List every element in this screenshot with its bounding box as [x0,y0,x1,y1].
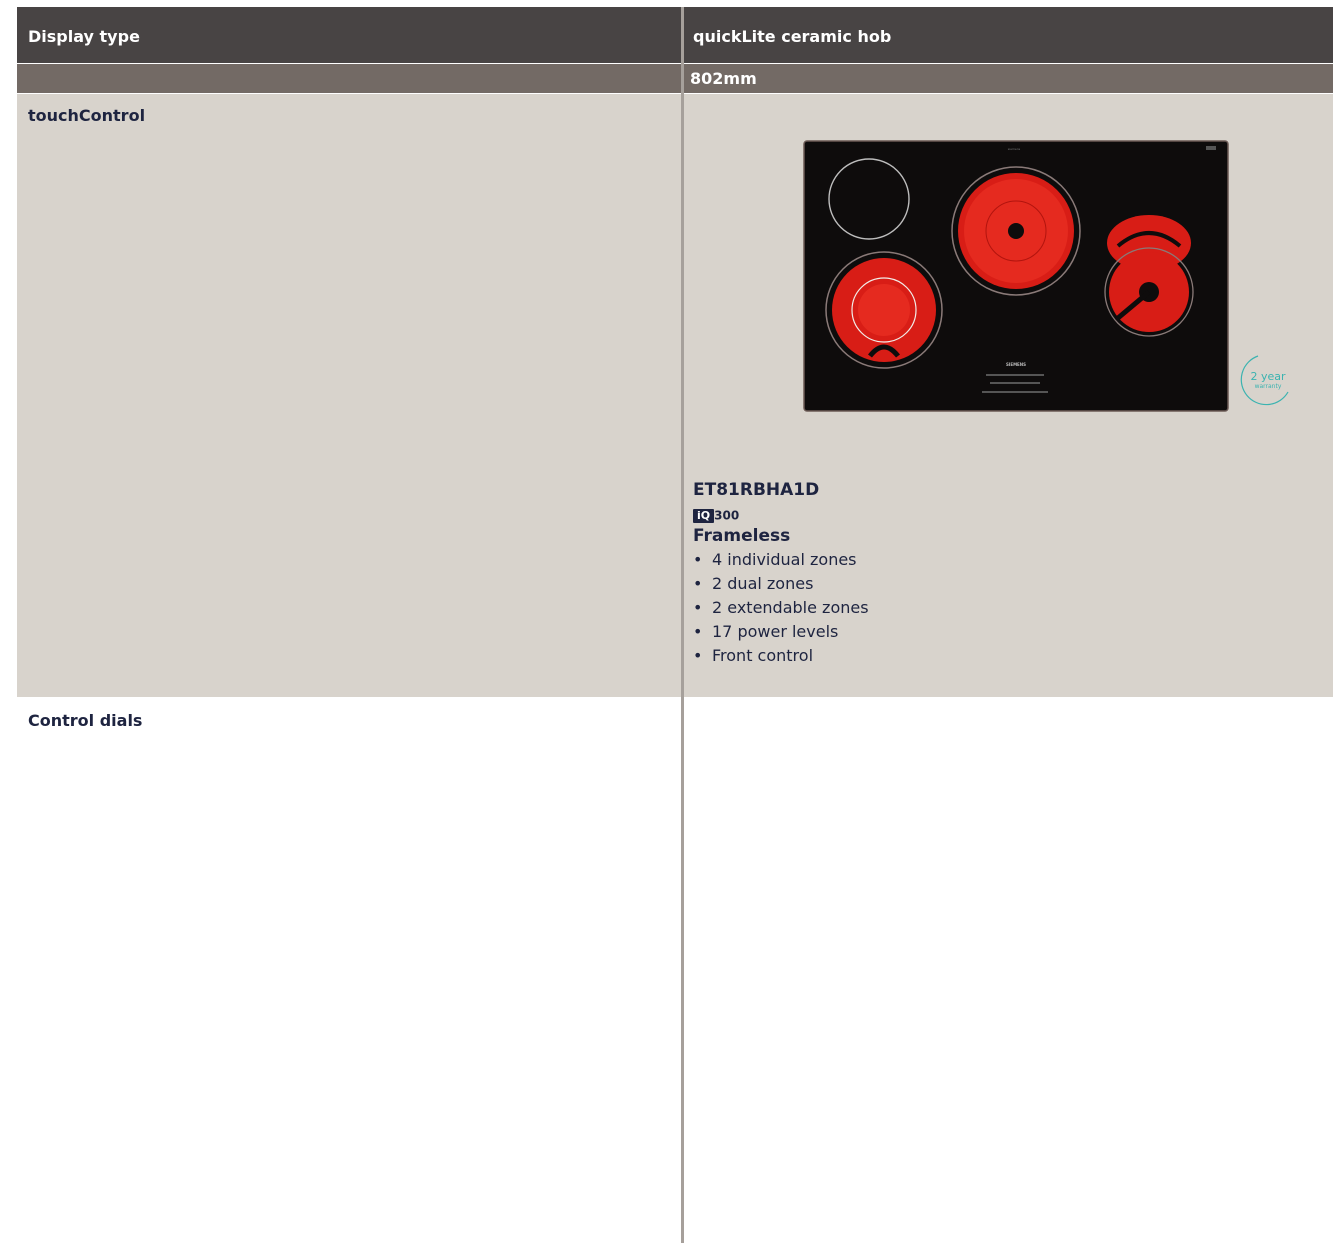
svg-text:SIEMENS: SIEMENS [1006,362,1026,367]
feature-title: Frameless [693,526,791,546]
hob-image: siemens SIEMENS [803,140,1229,412]
feature-list: 4 individual zones 2 dual zones 2 extend… [693,548,869,668]
feature-item: 17 power levels [693,620,869,644]
subheader-cell-left [17,64,681,93]
series-badge: iQ [693,508,715,523]
warranty-years: 2 year [1250,370,1286,383]
series-label: iQ 300 [693,505,740,523]
warranty-badge-icon: 2 year warranty [1240,355,1289,406]
row-touchcontrol-label-cell [17,94,681,697]
header-cell-left: Display type [17,7,681,63]
warranty-word: warranty [1255,383,1282,390]
feature-item: 4 individual zones [693,548,869,572]
series-number: 300 [714,508,740,523]
feature-item: 2 dual zones [693,572,869,596]
model-number: ET81RBHA1D [693,480,820,500]
feature-item: Front control [693,644,869,668]
header-cell-right: quickLite ceramic hob [684,7,1333,63]
column-divider [681,7,684,1243]
header-display-type: Display type [28,27,140,46]
subheader-width: 802mm [690,69,757,88]
header-product-type: quickLite ceramic hob [693,27,892,46]
feature-item: 2 extendable zones [693,596,869,620]
row-label-touchcontrol: touchControl [28,106,146,125]
svg-text:siemens: siemens [1008,147,1021,151]
row-label-control-dials: Control dials [28,711,143,730]
subheader-cell-right: 802mm [684,64,1333,93]
